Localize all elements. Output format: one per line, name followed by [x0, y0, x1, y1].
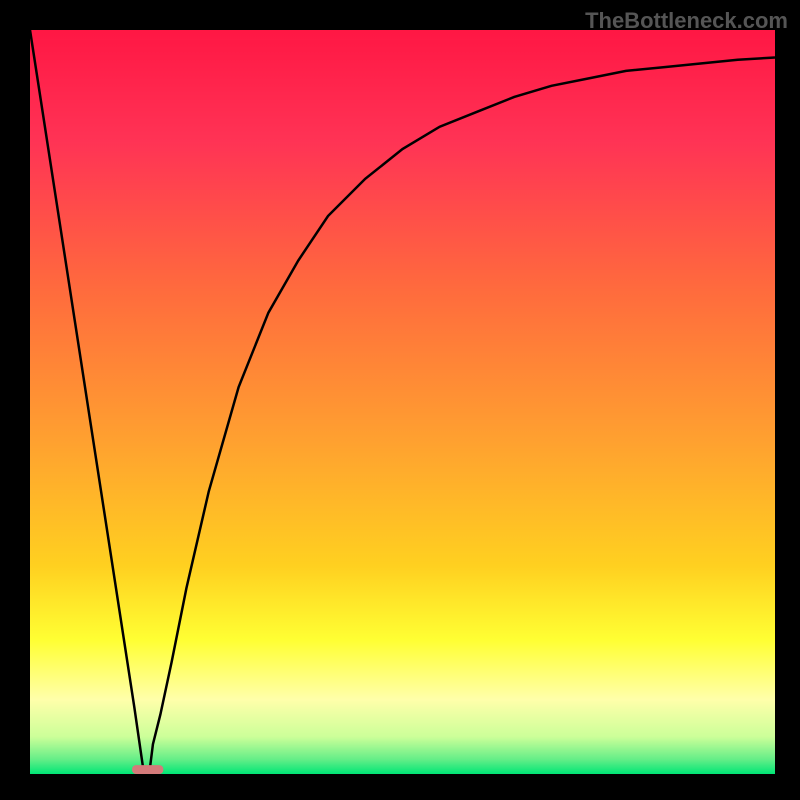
optimal-marker	[132, 765, 163, 774]
chart-svg	[30, 30, 775, 774]
watermark-text: TheBottleneck.com	[585, 8, 788, 34]
plot-area	[30, 30, 775, 774]
gradient-background	[30, 30, 775, 774]
chart-container: TheBottleneck.com	[0, 0, 800, 800]
